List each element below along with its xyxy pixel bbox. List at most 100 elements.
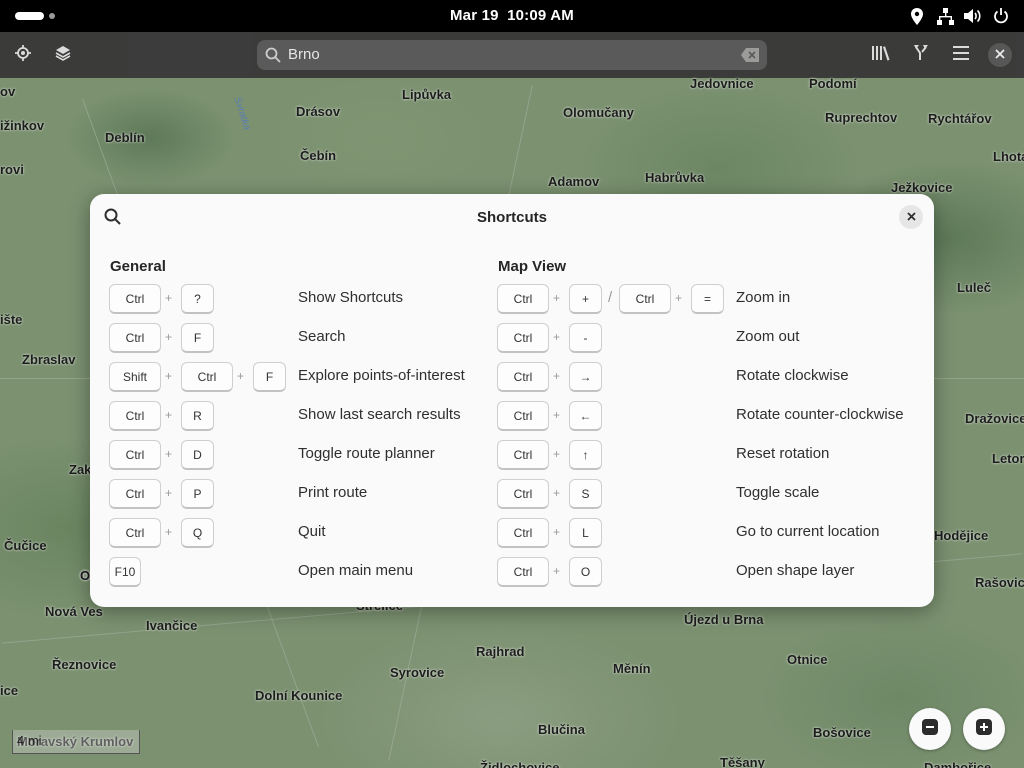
- window-close-button[interactable]: [988, 43, 1012, 67]
- scale-label: 4 mi: [17, 733, 42, 748]
- dialog-close-button[interactable]: [899, 205, 923, 229]
- key-separator-plus: +: [553, 330, 561, 344]
- map-place-label[interactable]: Letor: [992, 451, 1024, 466]
- map-place-label[interactable]: Habrůvka: [645, 170, 704, 185]
- key-separator-plus: +: [165, 525, 173, 539]
- library-button[interactable]: [866, 40, 896, 70]
- key-separator-plus: +: [553, 486, 561, 500]
- system-tray[interactable]: [908, 7, 1010, 25]
- map-place-label[interactable]: Čebín: [300, 148, 336, 163]
- clear-search-icon[interactable]: [741, 48, 759, 67]
- map-place-label[interactable]: Ivančice: [146, 618, 197, 633]
- key-cap: +: [569, 284, 602, 314]
- map-place-label[interactable]: Nová Ves: [45, 604, 103, 619]
- zoom-out-button[interactable]: [909, 708, 951, 750]
- map-place-label[interactable]: Dolní Kounice: [255, 688, 342, 703]
- shortcut-row: Ctrl + S Toggle scale: [497, 479, 917, 509]
- key-cap: Ctrl: [109, 440, 161, 470]
- map-place-label[interactable]: ište: [0, 312, 22, 327]
- map-place-label[interactable]: Jedovnice: [690, 76, 754, 91]
- map-place-label[interactable]: Drásov: [296, 104, 340, 119]
- map-place-label[interactable]: Řeznovice: [52, 657, 116, 672]
- main-menu-button[interactable]: [946, 40, 976, 70]
- key-cap: Ctrl: [109, 323, 161, 353]
- map-place-label[interactable]: Hodějice: [934, 528, 988, 543]
- map-place-label[interactable]: Újezd u Brna: [684, 612, 763, 627]
- map-place-label[interactable]: Lipůvka: [402, 87, 451, 102]
- shortcut-description: Rotate counter-clockwise: [736, 406, 904, 423]
- key-separator-plus: +: [165, 486, 173, 500]
- route-button[interactable]: [906, 40, 936, 70]
- key-cap: -: [569, 323, 602, 353]
- map-place-label[interactable]: Měnín: [613, 661, 651, 676]
- key-separator-plus: +: [237, 369, 245, 383]
- map-place-label[interactable]: Olomučany: [563, 105, 634, 120]
- key-cap: Ctrl: [181, 362, 233, 392]
- map-place-label[interactable]: ice: [0, 683, 18, 698]
- map-place-label[interactable]: Rajhrad: [476, 644, 524, 659]
- shortcut-row: Ctrl + ← Rotate counter-clockwise: [497, 401, 917, 431]
- locate-button[interactable]: [8, 40, 38, 70]
- zoom-in-button[interactable]: [963, 708, 1005, 750]
- minus-icon: [922, 718, 938, 740]
- key-cap: Ctrl: [109, 401, 161, 431]
- clock-time: 10:09 AM: [507, 7, 574, 24]
- key-cap: Ctrl: [497, 479, 549, 509]
- map-place-label[interactable]: Zbraslav: [22, 352, 75, 367]
- key-separator-plus: +: [553, 408, 561, 422]
- key-cap: D: [181, 440, 214, 470]
- map-place-label[interactable]: Dambořice: [924, 760, 991, 768]
- app-header-bar: Brno: [0, 32, 1024, 78]
- map-place-label[interactable]: Dražovice: [965, 411, 1024, 426]
- map-place-label[interactable]: Blučina: [538, 722, 585, 737]
- shortcut-row: Ctrl + R Show last search results: [109, 401, 529, 431]
- shortcut-description: Open shape layer: [736, 562, 855, 579]
- map-place-label[interactable]: Rašovic: [975, 575, 1024, 590]
- map-place-label[interactable]: ov: [0, 84, 15, 99]
- map-place-label[interactable]: Podomí: [809, 76, 857, 91]
- shortcut-description: Quit: [298, 523, 326, 540]
- shortcut-row: Ctrl + - Zoom out: [497, 323, 917, 353]
- volume-icon[interactable]: [964, 7, 982, 25]
- map-place-label[interactable]: Luleč: [957, 280, 991, 295]
- search-field[interactable]: Brno: [257, 40, 767, 70]
- shortcut-description: Rotate clockwise: [736, 367, 849, 384]
- map-place-label[interactable]: Čučice: [4, 538, 47, 553]
- shortcut-row: Ctrl + P Print route: [109, 479, 529, 509]
- map-place-label[interactable]: Adamov: [548, 174, 599, 189]
- shortcut-row: Ctrl + Q Quit: [109, 518, 529, 548]
- shortcut-row: F10 Open main menu: [109, 557, 529, 587]
- shortcut-description: Explore points-of-interest: [298, 367, 465, 384]
- map-place-label[interactable]: Ruprechtov: [825, 110, 897, 125]
- map-place-label[interactable]: Lhota: [993, 149, 1024, 164]
- close-icon: [995, 46, 1005, 64]
- map-place-label[interactable]: Syrovice: [390, 665, 444, 680]
- key-separator-plus: +: [553, 291, 561, 305]
- key-separator-plus: +: [553, 369, 561, 383]
- map-place-label[interactable]: Těšany: [720, 755, 765, 768]
- map-place-label[interactable]: Deblín: [105, 130, 145, 145]
- key-separator-plus: +: [165, 291, 173, 305]
- shortcut-description: Go to current location: [736, 523, 880, 540]
- clock[interactable]: Mar 19 10:09 AM: [0, 7, 1024, 24]
- map-place-label[interactable]: Otnice: [787, 652, 827, 667]
- location-icon[interactable]: [908, 7, 926, 25]
- search-input[interactable]: Brno: [288, 46, 320, 63]
- shortcut-row: Ctrl + F Search: [109, 323, 529, 353]
- key-separator-plus: +: [165, 408, 173, 422]
- map-place-label[interactable]: rovi: [0, 162, 24, 177]
- map-place-label[interactable]: Rychtářov: [928, 111, 992, 126]
- map-place-label[interactable]: ižinkov: [0, 118, 44, 133]
- shortcut-description: Toggle route planner: [298, 445, 435, 462]
- key-cap: Ctrl: [497, 518, 549, 548]
- map-place-label[interactable]: Ježkovice: [891, 180, 952, 195]
- network-icon[interactable]: [936, 7, 954, 25]
- shortcut-description: Print route: [298, 484, 368, 501]
- dialog-title: Shortcuts: [476, 209, 547, 226]
- key-cap: Ctrl: [497, 440, 549, 470]
- map-place-label[interactable]: Židlochovice: [480, 760, 559, 768]
- library-icon: [872, 45, 890, 66]
- power-icon[interactable]: [992, 7, 1010, 25]
- map-place-label[interactable]: Bošovice: [813, 725, 871, 740]
- layers-button[interactable]: [48, 40, 78, 70]
